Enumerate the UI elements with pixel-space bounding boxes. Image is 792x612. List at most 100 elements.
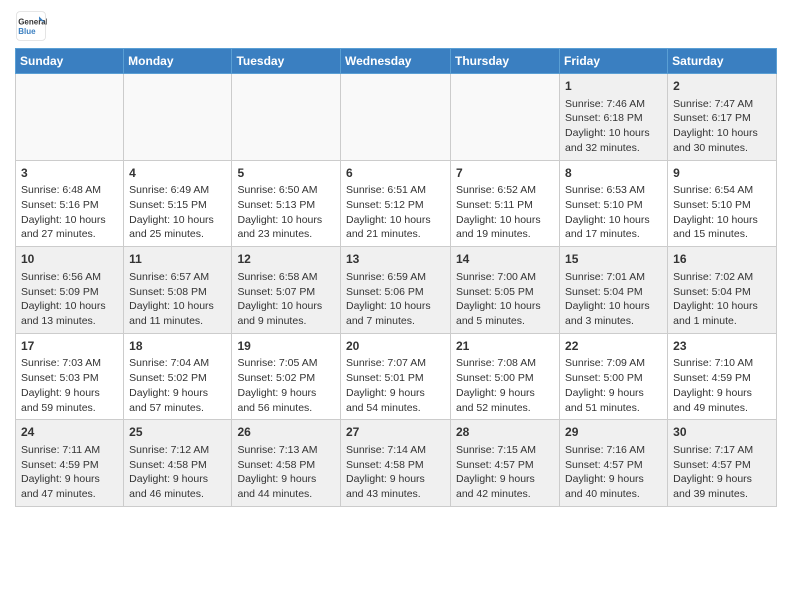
day-info: Sunrise: 7:17 AMSunset: 4:57 PMDaylight:… (673, 443, 771, 502)
day-number: 20 (346, 338, 445, 355)
calendar-cell: 10 Sunrise: 6:56 AMSunset: 5:09 PMDayligh… (16, 247, 124, 334)
calendar-cell: 24 Sunrise: 7:11 AMSunset: 4:59 PMDayligh… (16, 420, 124, 507)
calendar-cell: 2 Sunrise: 7:47 AMSunset: 6:17 PMDaylight… (668, 74, 777, 161)
day-number: 25 (129, 424, 226, 441)
day-info: Sunrise: 7:10 AMSunset: 4:59 PMDaylight:… (673, 356, 771, 415)
day-info: Sunrise: 7:00 AMSunset: 5:05 PMDaylight:… (456, 270, 554, 329)
day-info: Sunrise: 6:53 AMSunset: 5:10 PMDaylight:… (565, 183, 662, 242)
day-info: Sunrise: 6:48 AMSunset: 5:16 PMDaylight:… (21, 183, 118, 242)
svg-text:Blue: Blue (18, 27, 36, 36)
day-number: 11 (129, 251, 226, 268)
day-number: 30 (673, 424, 771, 441)
calendar-cell: 18Sunrise: 7:04 AMSunset: 5:02 PMDayligh… (124, 333, 232, 420)
calendar-cell (124, 74, 232, 161)
day-info: Sunrise: 6:56 AMSunset: 5:09 PMDaylight:… (21, 270, 118, 329)
calendar-cell: 11 Sunrise: 6:57 AMSunset: 5:08 PMDayligh… (124, 247, 232, 334)
day-number: 29 (565, 424, 662, 441)
calendar-cell: 9Sunrise: 6:54 AMSunset: 5:10 PMDaylight… (668, 160, 777, 247)
logo-icon: General Blue (15, 10, 47, 42)
day-info: Sunrise: 7:05 AMSunset: 5:02 PMDaylight:… (237, 356, 335, 415)
day-info: Sunrise: 7:08 AMSunset: 5:00 PMDaylight:… (456, 356, 554, 415)
day-number: 18 (129, 338, 226, 355)
weekday-header-row: SundayMondayTuesdayWednesdayThursdayFrid… (16, 49, 777, 74)
day-number: 26 (237, 424, 335, 441)
weekday-header-wednesday: Wednesday (341, 49, 451, 74)
day-number: 21 (456, 338, 554, 355)
week-row-5: 24 Sunrise: 7:11 AMSunset: 4:59 PMDayligh… (16, 420, 777, 507)
weekday-header-sunday: Sunday (16, 49, 124, 74)
calendar-cell: 20Sunrise: 7:07 AMSunset: 5:01 PMDayligh… (341, 333, 451, 420)
calendar-cell: 30 Sunrise: 7:17 AMSunset: 4:57 PMDayligh… (668, 420, 777, 507)
weekday-header-monday: Monday (124, 49, 232, 74)
day-info: Sunrise: 7:01 AMSunset: 5:04 PMDaylight:… (565, 270, 662, 329)
calendar-cell: 28 Sunrise: 7:15 AMSunset: 4:57 PMDayligh… (451, 420, 560, 507)
weekday-header-saturday: Saturday (668, 49, 777, 74)
day-info: Sunrise: 6:49 AMSunset: 5:15 PMDaylight:… (129, 183, 226, 242)
calendar-cell: 5Sunrise: 6:50 AMSunset: 5:13 PMDaylight… (232, 160, 341, 247)
weekday-header-friday: Friday (560, 49, 668, 74)
day-number: 24 (21, 424, 118, 441)
calendar-cell: 27 Sunrise: 7:14 AMSunset: 4:58 PMDayligh… (341, 420, 451, 507)
calendar-cell: 4Sunrise: 6:49 AMSunset: 5:15 PMDaylight… (124, 160, 232, 247)
logo: General Blue (15, 10, 47, 42)
day-number: 13 (346, 251, 445, 268)
day-info: Sunrise: 6:52 AMSunset: 5:11 PMDaylight:… (456, 183, 554, 242)
calendar-cell: 21Sunrise: 7:08 AMSunset: 5:00 PMDayligh… (451, 333, 560, 420)
day-number: 27 (346, 424, 445, 441)
day-number: 23 (673, 338, 771, 355)
calendar-cell: 8Sunrise: 6:53 AMSunset: 5:10 PMDaylight… (560, 160, 668, 247)
week-row-4: 17Sunrise: 7:03 AMSunset: 5:03 PMDayligh… (16, 333, 777, 420)
day-number: 14 (456, 251, 554, 268)
day-info: Sunrise: 6:58 AMSunset: 5:07 PMDaylight:… (237, 270, 335, 329)
day-info: Sunrise: 7:47 AMSunset: 6:17 PMDaylight:… (673, 97, 771, 156)
day-info: Sunrise: 7:03 AMSunset: 5:03 PMDaylight:… (21, 356, 118, 415)
day-number: 1 (565, 78, 662, 95)
day-info: Sunrise: 7:13 AMSunset: 4:58 PMDaylight:… (237, 443, 335, 502)
day-info: Sunrise: 7:11 AMSunset: 4:59 PMDaylight:… (21, 443, 118, 502)
day-number: 3 (21, 165, 118, 182)
calendar-cell: 1 Sunrise: 7:46 AMSunset: 6:18 PMDaylight… (560, 74, 668, 161)
day-info: Sunrise: 7:14 AMSunset: 4:58 PMDaylight:… (346, 443, 445, 502)
calendar-cell: 3Sunrise: 6:48 AMSunset: 5:16 PMDaylight… (16, 160, 124, 247)
page-header: General Blue (15, 10, 777, 42)
day-info: Sunrise: 7:16 AMSunset: 4:57 PMDaylight:… (565, 443, 662, 502)
svg-text:General: General (18, 17, 47, 26)
day-number: 8 (565, 165, 662, 182)
day-number: 4 (129, 165, 226, 182)
day-info: Sunrise: 7:15 AMSunset: 4:57 PMDaylight:… (456, 443, 554, 502)
week-row-3: 10 Sunrise: 6:56 AMSunset: 5:09 PMDayligh… (16, 247, 777, 334)
calendar-cell: 16 Sunrise: 7:02 AMSunset: 5:04 PMDayligh… (668, 247, 777, 334)
day-info: Sunrise: 6:50 AMSunset: 5:13 PMDaylight:… (237, 183, 335, 242)
day-info: Sunrise: 7:02 AMSunset: 5:04 PMDaylight:… (673, 270, 771, 329)
day-info: Sunrise: 7:46 AMSunset: 6:18 PMDaylight:… (565, 97, 662, 156)
calendar-cell: 25 Sunrise: 7:12 AMSunset: 4:58 PMDayligh… (124, 420, 232, 507)
calendar-cell: 19Sunrise: 7:05 AMSunset: 5:02 PMDayligh… (232, 333, 341, 420)
week-row-1: 1 Sunrise: 7:46 AMSunset: 6:18 PMDaylight… (16, 74, 777, 161)
day-number: 16 (673, 251, 771, 268)
weekday-header-thursday: Thursday (451, 49, 560, 74)
calendar-cell (232, 74, 341, 161)
day-info: Sunrise: 6:54 AMSunset: 5:10 PMDaylight:… (673, 183, 771, 242)
calendar-cell: 15 Sunrise: 7:01 AMSunset: 5:04 PMDayligh… (560, 247, 668, 334)
day-number: 15 (565, 251, 662, 268)
day-info: Sunrise: 6:57 AMSunset: 5:08 PMDaylight:… (129, 270, 226, 329)
calendar-cell: 26 Sunrise: 7:13 AMSunset: 4:58 PMDayligh… (232, 420, 341, 507)
calendar-table: SundayMondayTuesdayWednesdayThursdayFrid… (15, 48, 777, 507)
calendar-cell: 6Sunrise: 6:51 AMSunset: 5:12 PMDaylight… (341, 160, 451, 247)
day-info: Sunrise: 6:51 AMSunset: 5:12 PMDaylight:… (346, 183, 445, 242)
calendar-cell: 13 Sunrise: 6:59 AMSunset: 5:06 PMDayligh… (341, 247, 451, 334)
day-info: Sunrise: 7:09 AMSunset: 5:00 PMDaylight:… (565, 356, 662, 415)
day-number: 12 (237, 251, 335, 268)
day-number: 5 (237, 165, 335, 182)
day-info: Sunrise: 7:12 AMSunset: 4:58 PMDaylight:… (129, 443, 226, 502)
weekday-header-tuesday: Tuesday (232, 49, 341, 74)
day-number: 22 (565, 338, 662, 355)
day-number: 10 (21, 251, 118, 268)
day-number: 2 (673, 78, 771, 95)
day-info: Sunrise: 6:59 AMSunset: 5:06 PMDaylight:… (346, 270, 445, 329)
day-number: 17 (21, 338, 118, 355)
day-number: 19 (237, 338, 335, 355)
calendar-cell (16, 74, 124, 161)
calendar-cell: 22Sunrise: 7:09 AMSunset: 5:00 PMDayligh… (560, 333, 668, 420)
day-number: 28 (456, 424, 554, 441)
